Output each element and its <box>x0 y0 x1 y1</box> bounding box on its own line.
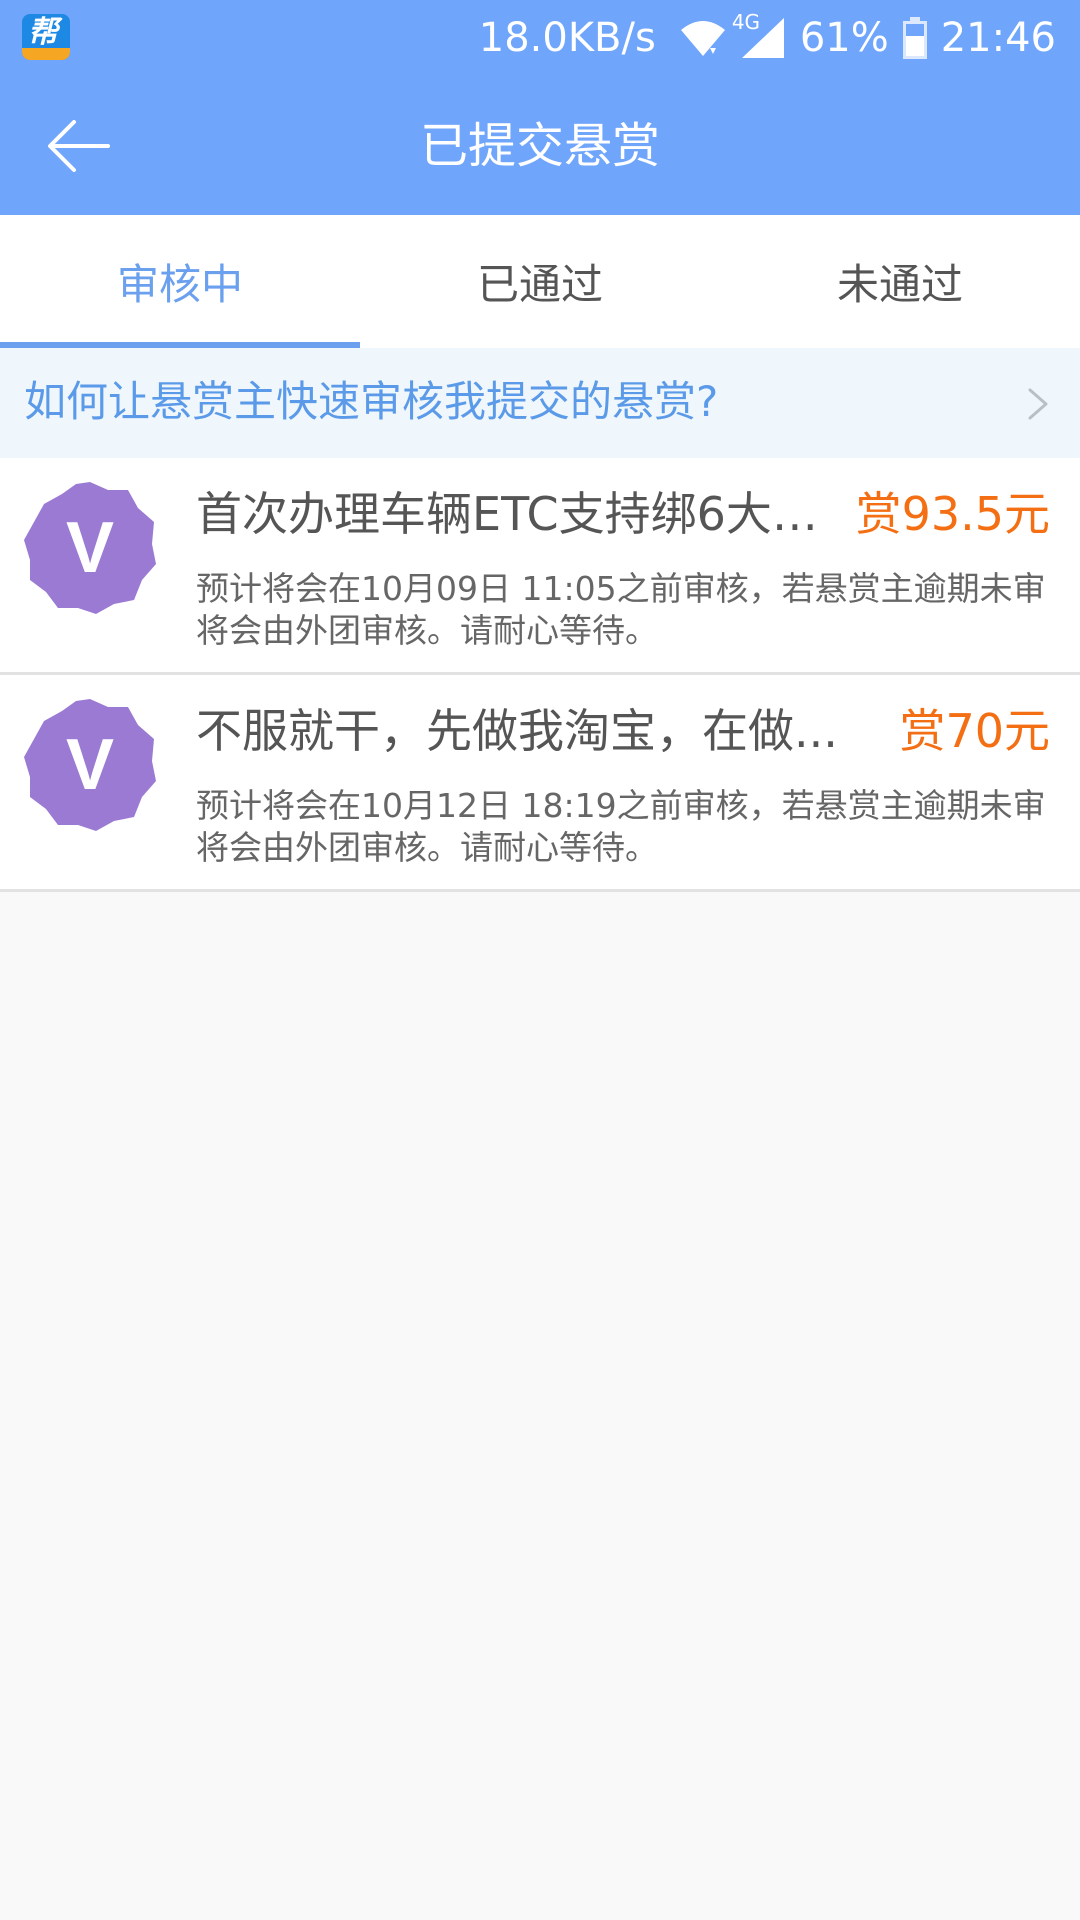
help-text: 如何让悬赏主快速审核我提交的悬赏? <box>24 377 719 426</box>
avatar: V <box>24 482 156 614</box>
list-item[interactable]: V 不服就干，先做我淘宝，在做... 赏70元 预计将会在10月12日 18:1… <box>0 675 1080 892</box>
clock: 21:46 <box>940 15 1056 61</box>
app-icon: 帮 <box>22 14 70 60</box>
item-desc: 预计将会在10月12日 18:19之前审核，若悬赏主逾期未审将会由外团审核。请耐… <box>196 786 1046 867</box>
status-bar: 帮 18.0KB/s 4G 61% 21:46 <box>0 0 1080 76</box>
status-right: 18.0KB/s 4G 61% 21:46 <box>479 10 1056 66</box>
list-item[interactable]: V 首次办理车辆ETC支持绑6大行... 赏93.5元 预计将会在10月09日 … <box>0 458 1080 675</box>
chevron-right-icon <box>1028 388 1048 420</box>
tab-approved[interactable]: 已通过 <box>360 215 720 348</box>
task-list: V 首次办理车辆ETC支持绑6大行... 赏93.5元 预计将会在10月09日 … <box>0 458 1080 892</box>
help-banner[interactable]: 如何让悬赏主快速审核我提交的悬赏? <box>0 348 1080 458</box>
battery-percent: 61% <box>799 15 889 61</box>
avatar-letter: V <box>66 725 114 805</box>
wifi-icon <box>680 21 725 56</box>
tab-bar: 审核中 已通过 未通过 <box>0 215 1080 348</box>
item-title: 不服就干，先做我淘宝，在做... <box>196 704 838 758</box>
item-reward: 赏70元 <box>895 701 1050 761</box>
tab-label: 审核中 <box>116 260 243 309</box>
page-title: 已提交悬赏 <box>419 118 660 174</box>
tab-rejected[interactable]: 未通过 <box>720 215 1080 348</box>
battery-icon <box>902 17 927 59</box>
item-title: 首次办理车辆ETC支持绑6大行... <box>196 487 856 541</box>
avatar-letter: V <box>66 508 114 588</box>
tab-label: 未通过 <box>836 260 963 309</box>
item-desc: 预计将会在10月09日 11:05之前审核，若悬赏主逾期未审将会由外团审核。请耐… <box>196 569 1046 650</box>
tab-reviewing[interactable]: 审核中 <box>0 215 360 348</box>
signal-icon: 4G <box>732 10 786 60</box>
tab-label: 已通过 <box>476 260 603 309</box>
item-reward: 赏93.5元 <box>851 484 1050 544</box>
title-bar: 已提交悬赏 <box>0 76 1080 215</box>
net-speed: 18.0KB/s <box>478 15 656 61</box>
avatar: V <box>24 699 156 831</box>
header: 帮 18.0KB/s 4G 61% 21:46 已提交悬赏 <box>0 0 1080 215</box>
